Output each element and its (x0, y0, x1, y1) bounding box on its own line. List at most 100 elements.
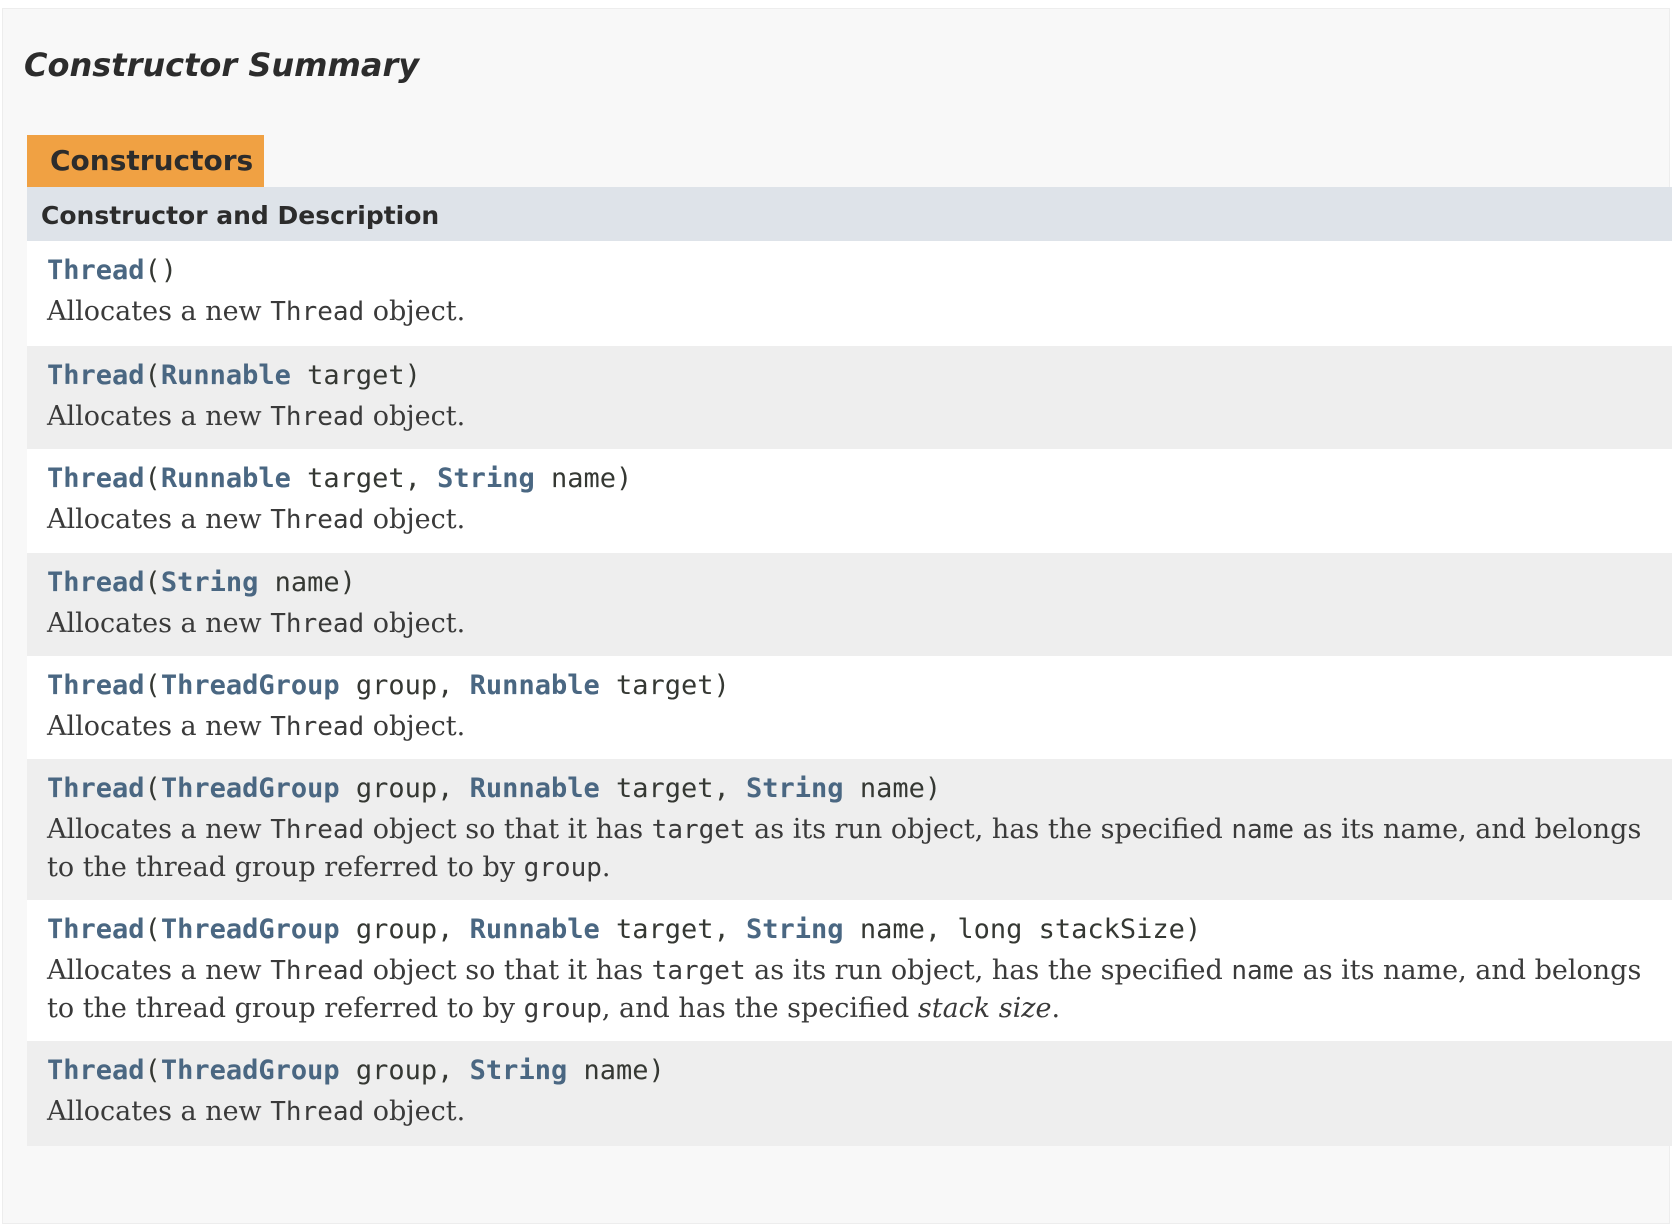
signature-text: name) (567, 1055, 665, 1086)
inline-code: target (651, 815, 746, 845)
description-text: , and has the specified (601, 993, 918, 1024)
description-text: Allocates a new (47, 401, 271, 432)
inline-code: Thread (270, 609, 365, 639)
type-link-threadgroup[interactable]: ThreadGroup (161, 670, 340, 701)
signature-text: group, (339, 1055, 470, 1086)
type-link-runnable[interactable]: Runnable (470, 670, 600, 701)
inline-code: group (523, 853, 602, 883)
description-text: . (1051, 993, 1061, 1024)
signature-text: () (144, 255, 178, 286)
constructor-rows: Thread() Allocates a new Thread object. Th… (27, 241, 1672, 1146)
constructor-description: Allocates a new Thread object. (47, 501, 1652, 539)
type-link-runnable[interactable]: Runnable (161, 463, 291, 494)
description-text: object. (364, 711, 466, 742)
signature-text: target, (290, 463, 438, 494)
constructor-link[interactable]: Thread (47, 670, 145, 701)
description-text: as its run object, has the specified (745, 814, 1232, 845)
column-header: Constructor and Description (27, 187, 1672, 241)
constructor-row: Thread(String name) Allocates a new Threa… (27, 553, 1672, 656)
description-text: Allocates a new (47, 814, 271, 845)
description-text: Allocates a new (47, 608, 271, 639)
signature-text: ( (144, 1055, 161, 1086)
inline-code: Thread (270, 1097, 365, 1127)
constructor-link[interactable]: Thread (47, 360, 145, 391)
constructor-row: Thread(ThreadGroup group, Runnable targe… (27, 656, 1672, 759)
signature-text: group, (339, 773, 470, 804)
constructor-row: Thread(ThreadGroup group, Runnable targe… (27, 900, 1672, 1041)
description-text: object. (364, 1096, 466, 1127)
type-link-string[interactable]: String (746, 914, 844, 945)
table-caption-tab: Constructors (27, 135, 264, 187)
constructor-link[interactable]: Thread (47, 914, 145, 945)
constructor-description: Allocates a new Thread object. (47, 1093, 1652, 1131)
signature-text: ( (144, 567, 161, 598)
type-link-threadgroup[interactable]: ThreadGroup (161, 1055, 340, 1086)
description-text: Allocates a new (47, 1096, 271, 1127)
constructor-signature: Thread(Runnable target) (47, 358, 1652, 394)
inline-code: group (523, 994, 602, 1024)
section-title: Constructor Summary (24, 46, 420, 84)
inline-code: target (651, 956, 746, 986)
type-link-string[interactable]: String (470, 1055, 568, 1086)
signature-text: target, (599, 914, 747, 945)
type-link-threadgroup[interactable]: ThreadGroup (161, 773, 340, 804)
constructor-description: Allocates a new Thread object. (47, 398, 1652, 436)
signature-text: name, long stackSize) (843, 914, 1202, 945)
constructor-signature: Thread(ThreadGroup group, Runnable targe… (47, 771, 1652, 807)
type-link-runnable[interactable]: Runnable (470, 773, 600, 804)
signature-text: ( (144, 670, 161, 701)
signature-text: group, (339, 670, 470, 701)
type-link-string[interactable]: String (746, 773, 844, 804)
constructor-signature: Thread(ThreadGroup group, Runnable targe… (47, 912, 1652, 948)
signature-text: target) (599, 670, 730, 701)
signature-text: name) (843, 773, 942, 804)
signature-text: ( (144, 360, 161, 391)
description-text: object so that it has (364, 955, 652, 986)
constructor-summary-section: Constructor Summary Constructors Constru… (2, 8, 1672, 1224)
constructor-description: Allocates a new Thread object so that it… (47, 811, 1652, 887)
type-link-string[interactable]: String (437, 463, 535, 494)
description-text: Allocates a new (47, 296, 271, 327)
constructor-link[interactable]: Thread (47, 1055, 145, 1086)
type-link-runnable[interactable]: Runnable (470, 914, 600, 945)
type-link-string[interactable]: String (161, 567, 259, 598)
inline-code: Thread (270, 712, 365, 742)
constructor-link[interactable]: Thread (47, 255, 145, 286)
signature-text: group, (339, 914, 470, 945)
constructor-row: Thread() Allocates a new Thread object. (27, 241, 1672, 346)
constructor-link[interactable]: Thread (47, 463, 145, 494)
type-link-threadgroup[interactable]: ThreadGroup (161, 914, 340, 945)
type-link-runnable[interactable]: Runnable (161, 360, 291, 391)
constructor-row: Thread(Runnable target) Allocates a new T… (27, 346, 1672, 449)
signature-text: ( (144, 463, 161, 494)
constructor-row: Thread(Runnable target, String name) Allo… (27, 449, 1672, 553)
inline-code: Thread (270, 956, 365, 986)
description-text: Allocates a new (47, 711, 271, 742)
constructor-description: Allocates a new Thread object so that it… (47, 952, 1652, 1028)
signature-text: name) (258, 567, 356, 598)
constructor-table: Constructor and Description Thread() Allo… (27, 187, 1672, 1146)
signature-text: target, (599, 773, 747, 804)
description-text: as its run object, has the specified (745, 955, 1232, 986)
inline-code: name (1231, 815, 1295, 845)
inline-code: Thread (270, 815, 365, 845)
description-text: object. (364, 296, 466, 327)
emphasis-text: stack size (917, 993, 1052, 1024)
inline-code: Thread (270, 402, 365, 432)
description-text: object. (364, 504, 466, 535)
description-text: Allocates a new (47, 955, 271, 986)
constructor-description: Allocates a new Thread object. (47, 708, 1652, 746)
constructor-signature: Thread(ThreadGroup group, Runnable targe… (47, 668, 1652, 704)
constructor-row: Thread(ThreadGroup group, Runnable targe… (27, 759, 1672, 900)
constructor-link[interactable]: Thread (47, 567, 145, 598)
description-text: object so that it has (364, 814, 652, 845)
constructor-link[interactable]: Thread (47, 773, 145, 804)
description-text: object. (364, 401, 466, 432)
constructor-description: Allocates a new Thread object. (47, 293, 1652, 331)
constructor-signature: Thread(Runnable target, String name) (47, 461, 1652, 497)
description-text: object. (364, 608, 466, 639)
signature-text: ( (144, 773, 161, 804)
signature-text: ( (144, 914, 161, 945)
description-text: . (601, 852, 611, 883)
constructor-signature: Thread() (47, 253, 1652, 289)
